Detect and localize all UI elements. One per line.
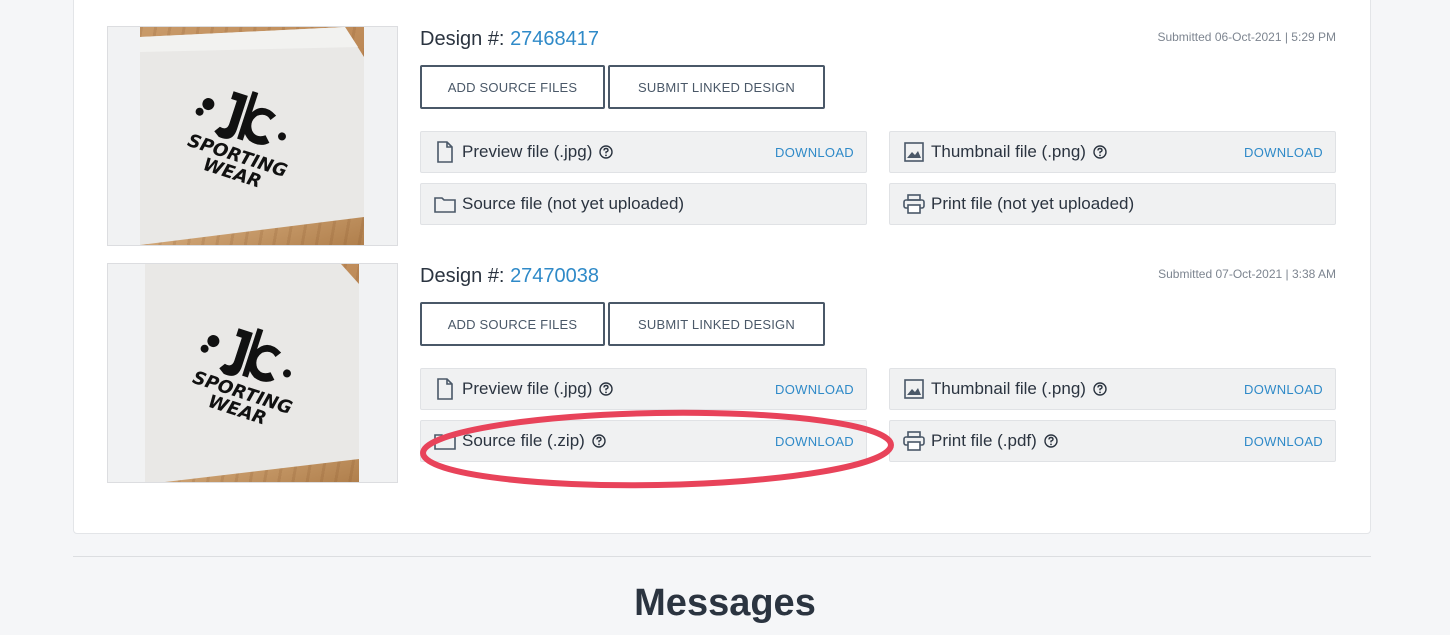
add-source-files-button[interactable]: ADD SOURCE FILES [420,65,605,109]
submit-linked-design-button[interactable]: SUBMIT LINKED DESIGN [608,65,825,109]
help-icon[interactable] [1093,145,1107,159]
thumbnail-file-row: Thumbnail file (.png) DOWNLOAD [889,368,1336,410]
help-icon[interactable] [1093,382,1107,396]
image-icon [903,378,925,400]
download-link[interactable]: DOWNLOAD [1244,145,1323,160]
help-icon[interactable] [599,382,614,396]
thumbnail-file-row: Thumbnail file (.png) DOWNLOAD [889,131,1336,173]
submitted-timestamp: Submitted 06-Oct-2021 | 5:29 PM [1157,30,1336,44]
printer-icon [903,193,925,215]
add-source-files-button[interactable]: ADD SOURCE FILES [420,302,605,346]
folder-icon [434,430,456,452]
help-icon[interactable] [599,145,614,159]
source-file-row: Source file (not yet uploaded) [420,183,867,225]
mockup-photo: SPORTING WEAR [140,27,364,245]
messages-heading: Messages [634,582,816,624]
preview-file-row: Preview file (.jpg) DOWNLOAD [420,368,867,410]
section-divider [73,556,1371,557]
design-thumbnail[interactable]: SPORTING WEAR [107,26,398,246]
preview-file-row: Preview file (.jpg) DOWNLOAD [420,131,867,173]
submit-linked-design-button[interactable]: SUBMIT LINKED DESIGN [608,302,825,346]
design-number-link[interactable]: 27470038 [510,265,599,287]
help-icon[interactable] [1044,434,1058,448]
print-file-row: Print file (.pdf) DOWNLOAD [889,420,1336,462]
jc-sporting-wear-logo: SPORTING WEAR [185,91,290,193]
file-icon [434,378,456,400]
print-file-label: Print file (.pdf) [931,431,1037,450]
image-icon [903,141,925,163]
folder-icon [434,193,456,215]
print-file-label: Print file (not yet uploaded) [931,194,1135,213]
download-link[interactable]: DOWNLOAD [1244,434,1323,449]
download-link[interactable]: DOWNLOAD [775,382,854,397]
design-number-link[interactable]: 27468417 [510,28,599,50]
submitted-timestamp: Submitted 07-Oct-2021 | 3:38 AM [1158,267,1336,281]
thumbnail-file-label: Thumbnail file (.png) [931,142,1086,161]
print-file-row: Print file (not yet uploaded) [889,183,1336,225]
jc-sporting-wear-logo: SPORTING WEAR [190,328,295,430]
source-file-row: Source file (.zip) DOWNLOAD [420,420,867,462]
design-label: Design #: [420,28,505,50]
file-icon [434,141,456,163]
design-label: Design #: [420,265,505,287]
printer-icon [903,430,925,452]
mockup-photo: SPORTING WEAR [145,264,359,482]
source-file-label: Source file (.zip) [462,431,585,450]
source-file-label: Source file (not yet uploaded) [462,194,685,213]
design-title: Design #: 27468417 [420,28,599,51]
help-icon[interactable] [592,434,606,448]
thumbnail-file-label: Thumbnail file (.png) [931,379,1086,398]
download-link[interactable]: DOWNLOAD [775,145,854,160]
preview-file-label: Preview file (.jpg) [462,379,593,398]
design-title: Design #: 27470038 [420,265,599,288]
download-link[interactable]: DOWNLOAD [775,434,854,449]
design-thumbnail[interactable]: SPORTING WEAR [107,263,398,483]
download-link[interactable]: DOWNLOAD [1244,382,1323,397]
preview-file-label: Preview file (.jpg) [462,142,593,161]
